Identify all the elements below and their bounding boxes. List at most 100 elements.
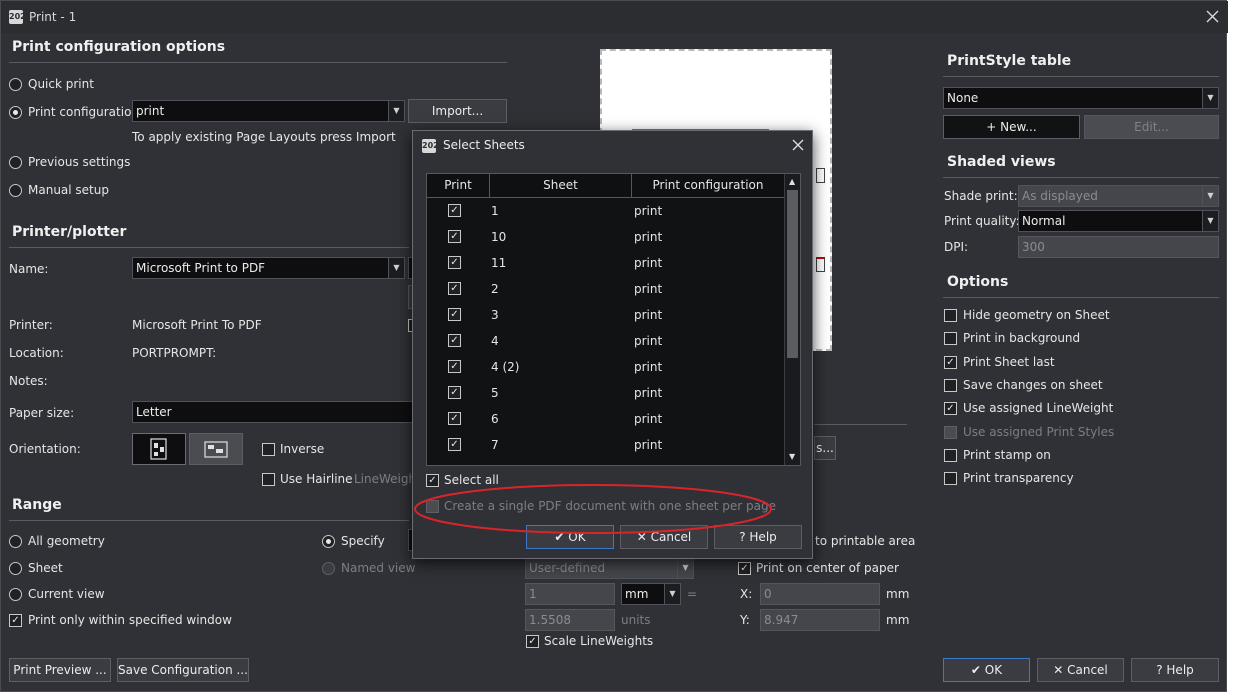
- inverse-checkbox[interactable]: [262, 443, 275, 456]
- sheet-print-checkbox[interactable]: ✓: [448, 230, 461, 243]
- quick-print-radio[interactable]: [9, 78, 22, 91]
- named-view-label: Named view: [341, 561, 416, 575]
- location-value: PORTPROMPT:: [132, 346, 217, 360]
- option-checkbox[interactable]: [944, 332, 957, 346]
- sheet-name: 10: [491, 230, 507, 244]
- paper-size-combo[interactable]: Letter: [132, 401, 414, 423]
- option-checkbox[interactable]: [944, 309, 957, 322]
- close-icon[interactable]: [792, 139, 804, 151]
- sheet-name: 11: [491, 256, 507, 270]
- sheet-print-checkbox[interactable]: ✓: [448, 204, 461, 217]
- print-quality-combo[interactable]: Normal ▼: [1018, 210, 1219, 232]
- sheet-row[interactable]: ✓ 10 print: [427, 225, 785, 251]
- printer-name-combo[interactable]: Microsoft Print to PDF ▼: [132, 257, 405, 279]
- sheet-print-checkbox[interactable]: ✓: [448, 360, 461, 373]
- x-offset-field[interactable]: 0: [760, 583, 880, 605]
- cancel-button[interactable]: ✕ Cancel: [1037, 658, 1124, 682]
- col-sheet-header[interactable]: Sheet: [490, 174, 632, 198]
- sheet-print-checkbox[interactable]: ✓: [448, 412, 461, 425]
- edit-printstyle-button[interactable]: Edit...: [1084, 115, 1219, 139]
- sheet-config: print: [634, 386, 663, 400]
- sheet-print-checkbox[interactable]: ✓: [448, 386, 461, 399]
- sheet-row[interactable]: ✓ 3 print: [427, 303, 785, 329]
- import-button[interactable]: Import...: [408, 99, 507, 123]
- sheet-row[interactable]: ✓ 7 print: [427, 433, 785, 459]
- sheet-row[interactable]: ✓ 2 print: [427, 277, 785, 303]
- previous-settings-label: Previous settings: [28, 155, 131, 169]
- cancel-label: Cancel: [1067, 663, 1108, 677]
- scrollbar-thumb[interactable]: [787, 190, 798, 358]
- sheet-row[interactable]: ✓ 4 print: [427, 329, 785, 355]
- previous-settings-radio[interactable]: [9, 156, 22, 169]
- scale-denominator-field[interactable]: 1.5508: [525, 609, 615, 631]
- dpi-field[interactable]: 300: [1018, 236, 1219, 258]
- sheet-print-checkbox[interactable]: ✓: [448, 308, 461, 321]
- location-label: Location:: [9, 346, 64, 360]
- option-checkbox[interactable]: [944, 378, 957, 392]
- scale-numerator-field[interactable]: 1: [525, 583, 615, 605]
- print-only-window-checkbox[interactable]: ✓: [9, 614, 22, 627]
- ok-button[interactable]: ✔ OK: [943, 658, 1030, 682]
- all-geometry-radio[interactable]: [9, 535, 22, 548]
- current-view-radio[interactable]: [9, 588, 22, 601]
- print-configuration-combo[interactable]: print ▼: [132, 100, 405, 122]
- chevron-down-icon: ▼: [1202, 88, 1218, 108]
- sheet-row[interactable]: ✓ 5 print: [427, 381, 785, 407]
- divider: [9, 62, 507, 63]
- help-button[interactable]: ? Help: [1131, 658, 1219, 682]
- scale-combo[interactable]: User-defined ▼: [525, 557, 694, 579]
- vertical-scrollbar[interactable]: ▲ ▼: [784, 174, 800, 465]
- quick-print-label: Quick print: [28, 77, 94, 91]
- option-checkbox[interactable]: [944, 472, 957, 486]
- sheet-row[interactable]: ✓ 6 print: [427, 407, 785, 433]
- sheet-config: print: [634, 230, 663, 244]
- sheet-row[interactable]: ✓ 4 (2) print: [427, 355, 785, 381]
- specify-radio[interactable]: [322, 535, 335, 548]
- option-checkbox[interactable]: ✓: [944, 355, 957, 369]
- col-config-header[interactable]: Print configuration: [632, 174, 785, 198]
- y-offset-field[interactable]: 8.947: [760, 609, 880, 631]
- scale-lineweights-checkbox[interactable]: ✓: [526, 635, 539, 648]
- print-preview-button[interactable]: Print Preview ...: [9, 658, 111, 682]
- named-view-radio[interactable]: [322, 562, 335, 575]
- close-icon[interactable]: [1206, 10, 1219, 23]
- check-icon: ✔: [970, 663, 985, 677]
- chevron-down-icon: ▼: [388, 258, 404, 278]
- sheet-row[interactable]: ✓ 11 print: [427, 251, 785, 277]
- printstyle-combo[interactable]: None ▼: [943, 87, 1219, 109]
- plus-icon: +: [986, 120, 1001, 134]
- manual-setup-radio[interactable]: [9, 184, 22, 197]
- partial-button[interactable]: s...: [814, 436, 836, 460]
- shade-print-combo[interactable]: As displayed ▼: [1018, 185, 1219, 207]
- y-unit-label: mm: [886, 613, 910, 627]
- scroll-down-icon[interactable]: ▼: [789, 452, 795, 461]
- scroll-up-icon[interactable]: ▲: [789, 177, 795, 186]
- scale-unit-combo[interactable]: mm ▼: [621, 583, 681, 605]
- new-printstyle-button[interactable]: + New...: [943, 115, 1080, 139]
- print-only-window-label: Print only within specified window: [28, 613, 232, 627]
- option-checkbox[interactable]: ✓: [944, 402, 957, 416]
- col-print-header[interactable]: Print: [427, 174, 490, 198]
- sheet-print-checkbox[interactable]: ✓: [448, 256, 461, 269]
- sheet-config: print: [634, 308, 663, 322]
- option-label: Print Sheet last: [963, 354, 1055, 369]
- print-center-checkbox[interactable]: ✓: [738, 562, 751, 575]
- printstyle-value: None: [947, 91, 979, 105]
- option-checkbox[interactable]: [944, 448, 957, 462]
- printer-label: Printer:: [9, 318, 53, 332]
- x-unit-label: mm: [886, 587, 910, 601]
- sheet-radio[interactable]: [9, 562, 22, 575]
- use-hairline-label: Use Hairline: [280, 472, 353, 486]
- sheet-row[interactable]: ✓ 1 print: [427, 199, 785, 225]
- print-configuration-radio[interactable]: [9, 106, 22, 119]
- sheet-print-checkbox[interactable]: ✓: [448, 282, 461, 295]
- portrait-orientation-button[interactable]: [132, 433, 186, 465]
- sheet-print-checkbox[interactable]: ✓: [448, 438, 461, 451]
- use-hairline-checkbox[interactable]: [262, 473, 275, 486]
- option-checkbox[interactable]: [944, 425, 957, 439]
- sheet-print-checkbox[interactable]: ✓: [448, 334, 461, 347]
- save-configuration-button[interactable]: Save Configuration ...: [117, 658, 249, 682]
- scale-value: User-defined: [529, 561, 606, 575]
- landscape-orientation-button[interactable]: [189, 433, 243, 465]
- print-quality-value: Normal: [1022, 214, 1066, 228]
